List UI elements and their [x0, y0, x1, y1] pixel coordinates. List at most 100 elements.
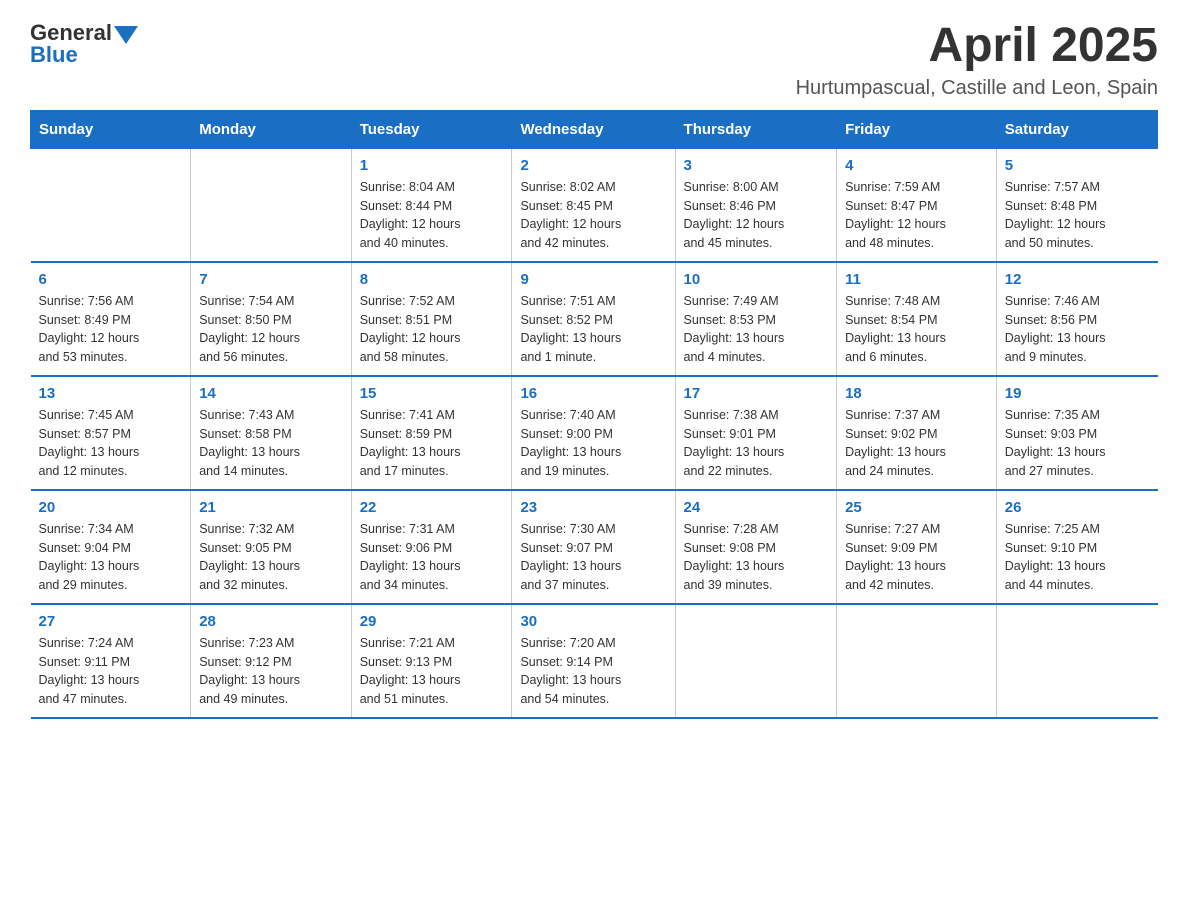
day-number: 2 [520, 157, 666, 174]
calendar-cell: 13 Sunrise: 7:45 AM Sunset: 8:57 PM Dayli… [31, 376, 191, 490]
calendar-cell: 16 Sunrise: 7:40 AM Sunset: 9:00 PM Dayli… [512, 376, 675, 490]
calendar-header-monday: Monday [191, 110, 351, 148]
calendar-cell: 23 Sunrise: 7:30 AM Sunset: 9:07 PM Dayli… [512, 490, 675, 604]
calendar-header-friday: Friday [837, 110, 997, 148]
day-info: Sunrise: 7:35 AM Sunset: 9:03 PM Dayligh… [1005, 406, 1150, 481]
day-number: 13 [39, 385, 183, 402]
calendar-cell: 20 Sunrise: 7:34 AM Sunset: 9:04 PM Dayli… [31, 490, 191, 604]
day-info: Sunrise: 8:00 AM Sunset: 8:46 PM Dayligh… [684, 178, 829, 253]
calendar-cell: 21Sunrise: 7:32 AM Sunset: 9:05 PM Dayli… [191, 490, 351, 604]
calendar-cell: 9 Sunrise: 7:51 AM Sunset: 8:52 PM Daylig… [512, 262, 675, 376]
day-info: Sunrise: 7:23 AM Sunset: 9:12 PM Dayligh… [199, 634, 342, 709]
calendar-cell: 14 Sunrise: 7:43 AM Sunset: 8:58 PM Dayli… [191, 376, 351, 490]
calendar-cell: 22Sunrise: 7:31 AM Sunset: 9:06 PM Dayli… [351, 490, 512, 604]
day-info: Sunrise: 8:02 AM Sunset: 8:45 PM Dayligh… [520, 178, 666, 253]
day-info: Sunrise: 7:52 AM Sunset: 8:51 PM Dayligh… [360, 292, 504, 367]
calendar-cell: 19 Sunrise: 7:35 AM Sunset: 9:03 PM Dayli… [996, 376, 1157, 490]
day-info: Sunrise: 7:38 AM Sunset: 9:01 PM Dayligh… [684, 406, 829, 481]
day-number: 16 [520, 385, 666, 402]
location-subtitle: Hurtumpascual, Castille and Leon, Spain [796, 77, 1158, 100]
calendar-week-row: 1 Sunrise: 8:04 AM Sunset: 8:44 PM Daylig… [31, 148, 1158, 262]
day-info: Sunrise: 7:45 AM Sunset: 8:57 PM Dayligh… [39, 406, 183, 481]
day-info: Sunrise: 7:30 AM Sunset: 9:07 PM Dayligh… [520, 520, 666, 595]
calendar-cell [996, 604, 1157, 718]
calendar-header-thursday: Thursday [675, 110, 837, 148]
day-info: Sunrise: 7:32 AM Sunset: 9:05 PM Dayligh… [199, 520, 342, 595]
day-number: 27 [39, 613, 183, 630]
calendar-header-wednesday: Wednesday [512, 110, 675, 148]
day-info: Sunrise: 7:21 AM Sunset: 9:13 PM Dayligh… [360, 634, 504, 709]
day-info: Sunrise: 7:20 AM Sunset: 9:14 PM Dayligh… [520, 634, 666, 709]
day-number: 30 [520, 613, 666, 630]
calendar-week-row: 13 Sunrise: 7:45 AM Sunset: 8:57 PM Dayli… [31, 376, 1158, 490]
day-number: 9 [520, 271, 666, 288]
calendar-body: 1 Sunrise: 8:04 AM Sunset: 8:44 PM Daylig… [31, 148, 1158, 718]
month-year-title: April 2025 [796, 20, 1158, 73]
day-number: 15 [360, 385, 504, 402]
day-number: 26 [1005, 499, 1150, 516]
day-info: Sunrise: 7:28 AM Sunset: 9:08 PM Dayligh… [684, 520, 829, 595]
day-number: 10 [684, 271, 829, 288]
calendar-cell: 18 Sunrise: 7:37 AM Sunset: 9:02 PM Dayli… [837, 376, 997, 490]
day-info: Sunrise: 7:27 AM Sunset: 9:09 PM Dayligh… [845, 520, 988, 595]
day-number: 25 [845, 499, 988, 516]
day-info: Sunrise: 7:56 AM Sunset: 8:49 PM Dayligh… [39, 292, 183, 367]
page-header: General Blue April 2025 Hurtumpascual, C… [30, 20, 1158, 100]
day-number: 6 [39, 271, 183, 288]
calendar-header-tuesday: Tuesday [351, 110, 512, 148]
calendar-header: SundayMondayTuesdayWednesdayThursdayFrid… [31, 110, 1158, 148]
logo-triangle-icon [114, 26, 138, 44]
calendar-header-saturday: Saturday [996, 110, 1157, 148]
day-number: 12 [1005, 271, 1150, 288]
calendar-table: SundayMondayTuesdayWednesdayThursdayFrid… [30, 110, 1158, 719]
day-number: 19 [1005, 385, 1150, 402]
day-number: 14 [199, 385, 342, 402]
day-info: Sunrise: 7:43 AM Sunset: 8:58 PM Dayligh… [199, 406, 342, 481]
calendar-cell: 7 Sunrise: 7:54 AM Sunset: 8:50 PM Daylig… [191, 262, 351, 376]
calendar-cell: 3Sunrise: 8:00 AM Sunset: 8:46 PM Daylig… [675, 148, 837, 262]
calendar-week-row: 6 Sunrise: 7:56 AM Sunset: 8:49 PM Daylig… [31, 262, 1158, 376]
day-info: Sunrise: 7:48 AM Sunset: 8:54 PM Dayligh… [845, 292, 988, 367]
calendar-cell: 30 Sunrise: 7:20 AM Sunset: 9:14 PM Dayli… [512, 604, 675, 718]
day-number: 20 [39, 499, 183, 516]
calendar-cell: 25 Sunrise: 7:27 AM Sunset: 9:09 PM Dayli… [837, 490, 997, 604]
calendar-cell: 12 Sunrise: 7:46 AM Sunset: 8:56 PM Dayli… [996, 262, 1157, 376]
calendar-cell: 24Sunrise: 7:28 AM Sunset: 9:08 PM Dayli… [675, 490, 837, 604]
day-number: 1 [360, 157, 504, 174]
day-info: Sunrise: 7:40 AM Sunset: 9:00 PM Dayligh… [520, 406, 666, 481]
day-number: 18 [845, 385, 988, 402]
calendar-header-sunday: Sunday [31, 110, 191, 148]
day-info: Sunrise: 7:34 AM Sunset: 9:04 PM Dayligh… [39, 520, 183, 595]
calendar-cell: 10 Sunrise: 7:49 AM Sunset: 8:53 PM Dayli… [675, 262, 837, 376]
day-number: 22 [360, 499, 504, 516]
day-info: Sunrise: 7:54 AM Sunset: 8:50 PM Dayligh… [199, 292, 342, 367]
day-number: 29 [360, 613, 504, 630]
title-section: April 2025 Hurtumpascual, Castille and L… [796, 20, 1158, 100]
day-info: Sunrise: 8:04 AM Sunset: 8:44 PM Dayligh… [360, 178, 504, 253]
day-info: Sunrise: 7:46 AM Sunset: 8:56 PM Dayligh… [1005, 292, 1150, 367]
logo: General Blue [30, 20, 138, 68]
calendar-cell [837, 604, 997, 718]
day-info: Sunrise: 7:25 AM Sunset: 9:10 PM Dayligh… [1005, 520, 1150, 595]
calendar-cell: 26 Sunrise: 7:25 AM Sunset: 9:10 PM Dayli… [996, 490, 1157, 604]
day-number: 4 [845, 157, 988, 174]
day-info: Sunrise: 7:51 AM Sunset: 8:52 PM Dayligh… [520, 292, 666, 367]
calendar-cell [675, 604, 837, 718]
day-info: Sunrise: 7:24 AM Sunset: 9:11 PM Dayligh… [39, 634, 183, 709]
day-number: 23 [520, 499, 666, 516]
day-number: 11 [845, 271, 988, 288]
calendar-cell: 5Sunrise: 7:57 AM Sunset: 8:48 PM Daylig… [996, 148, 1157, 262]
calendar-cell: 15Sunrise: 7:41 AM Sunset: 8:59 PM Dayli… [351, 376, 512, 490]
calendar-cell: 2 Sunrise: 8:02 AM Sunset: 8:45 PM Daylig… [512, 148, 675, 262]
calendar-cell: 28Sunrise: 7:23 AM Sunset: 9:12 PM Dayli… [191, 604, 351, 718]
calendar-cell: 4Sunrise: 7:59 AM Sunset: 8:47 PM Daylig… [837, 148, 997, 262]
calendar-cell: 17Sunrise: 7:38 AM Sunset: 9:01 PM Dayli… [675, 376, 837, 490]
day-info: Sunrise: 7:49 AM Sunset: 8:53 PM Dayligh… [684, 292, 829, 367]
calendar-cell [191, 148, 351, 262]
calendar-header-row: SundayMondayTuesdayWednesdayThursdayFrid… [31, 110, 1158, 148]
day-number: 7 [199, 271, 342, 288]
calendar-cell: 6 Sunrise: 7:56 AM Sunset: 8:49 PM Daylig… [31, 262, 191, 376]
day-info: Sunrise: 7:37 AM Sunset: 9:02 PM Dayligh… [845, 406, 988, 481]
calendar-cell: 29 Sunrise: 7:21 AM Sunset: 9:13 PM Dayli… [351, 604, 512, 718]
calendar-cell [31, 148, 191, 262]
